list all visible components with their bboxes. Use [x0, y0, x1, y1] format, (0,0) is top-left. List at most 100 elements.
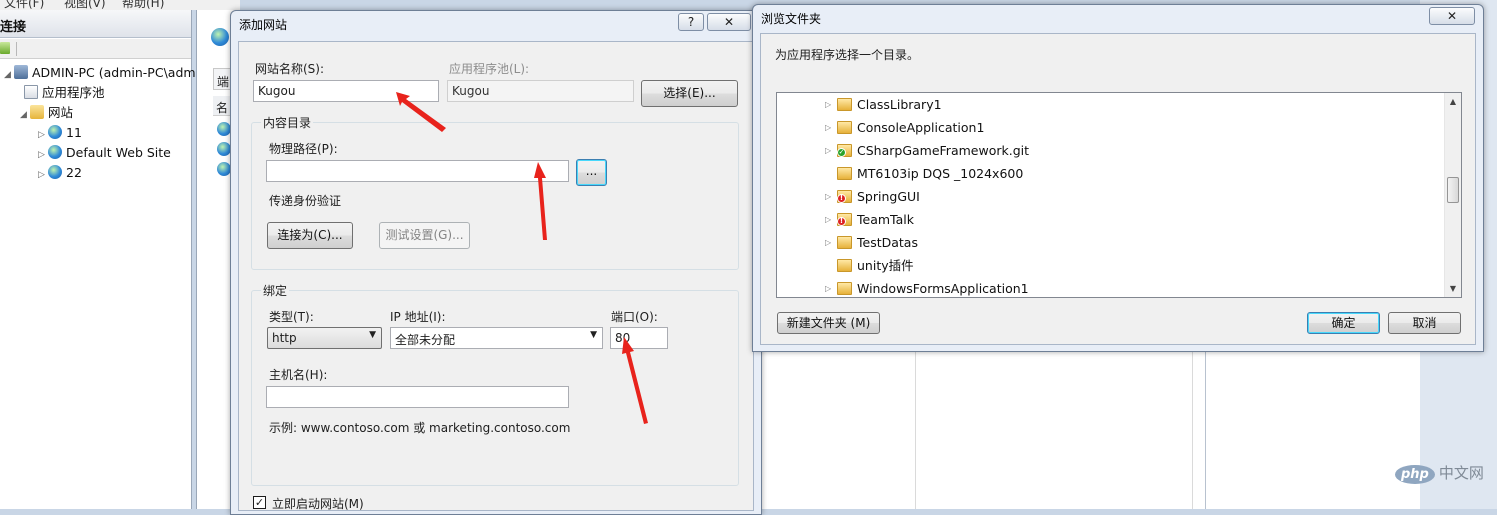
tree-node-label: 11 [66, 125, 82, 140]
column-divider [1192, 350, 1193, 509]
type-select[interactable]: http ▼ [267, 327, 382, 349]
content-directory-label: 内容目录 [261, 114, 314, 131]
globe-icon [48, 125, 62, 139]
select-app-pool-button[interactable]: 选择(E)... [641, 80, 738, 107]
close-button[interactable]: ✕ [707, 13, 751, 31]
new-folder-button[interactable]: 新建文件夹 (M) [777, 312, 880, 334]
chevron-down-icon: ▼ [590, 330, 597, 340]
scroll-thumb[interactable] [1447, 177, 1459, 203]
test-settings-button: 测试设置(G)... [379, 222, 470, 249]
expand-icon[interactable]: ▷ [825, 208, 831, 231]
menu-file[interactable]: 文件(F) [4, 0, 44, 10]
expand-icon[interactable]: ▷ [38, 126, 48, 144]
dialog-title: 添加网站 [239, 18, 288, 32]
ok-button[interactable]: 确定 [1307, 312, 1380, 334]
folder-name: CSharpGameFramework.git [857, 143, 1030, 158]
connect-as-button[interactable]: 连接为(C)... [267, 222, 353, 249]
app-pool-icon [24, 85, 38, 99]
expand-icon[interactable]: ▷ [825, 277, 831, 297]
folder-item[interactable]: ▷ TestDatas [777, 231, 1445, 254]
tree-node-site-22[interactable]: ▷ 22 [38, 164, 82, 182]
ip-address-select[interactable]: 全部未分配 ▼ [390, 327, 603, 349]
expand-icon[interactable]: ▷ [38, 146, 48, 164]
folder-item[interactable]: ▷ WindowsFormsApplication1 [777, 277, 1445, 297]
physical-path-label: 物理路径(P): [269, 142, 338, 156]
folder-icon [837, 167, 852, 180]
expand-icon[interactable]: ▷ [825, 231, 831, 254]
folder-tree[interactable]: ▷ ClassLibrary1 ▷ ConsoleApplication1 ▷ ✓ CSha… [776, 92, 1462, 298]
hostname-example: 示例: www.contoso.com 或 marketing.contoso.… [269, 421, 571, 435]
collapse-icon[interactable]: ◢ [4, 66, 14, 84]
expand-icon[interactable]: ▷ [825, 93, 831, 116]
folder-item[interactable]: ▷! SpringGUI [777, 185, 1445, 208]
tree-node-app-pools[interactable]: 应用程序池 [24, 84, 105, 102]
folder-item[interactable]: unity插件 [777, 254, 1445, 277]
start-now-checkbox[interactable]: ✓ [253, 496, 266, 509]
folder-name: MT6103ip DQS _1024x600 [857, 166, 1024, 181]
collapse-icon[interactable]: ◢ [20, 106, 30, 124]
connections-pane: 连接 ◢ ADMIN-PC (admin-PC\adm 应用程序池 ◢ 网站 ▷ 11… [0, 10, 196, 509]
tree-node-server[interactable]: ◢ ADMIN-PC (admin-PC\adm [4, 64, 196, 82]
pass-through-auth-label: 传递身份验证 [269, 194, 342, 208]
hostname-label: 主机名(H): [269, 368, 328, 382]
globe-icon[interactable] [217, 162, 231, 176]
folder-name: WindowsFormsApplication1 [857, 281, 1029, 296]
expand-icon[interactable]: ▷ [825, 185, 831, 208]
folder-icon [837, 282, 852, 295]
expand-icon[interactable]: ▷ [825, 139, 831, 162]
dialog-title: 浏览文件夹 [761, 12, 822, 26]
close-button[interactable]: ✕ [1429, 7, 1475, 25]
hostname-input[interactable] [266, 386, 569, 408]
sites-globe-icon [211, 28, 229, 46]
app-pool-label: 应用程序池(L): [449, 62, 530, 76]
menu-view[interactable]: 视图(V) [64, 0, 106, 10]
globe-icon[interactable] [217, 142, 231, 156]
folder-item[interactable]: MT6103ip DQS _1024x600 [777, 162, 1445, 185]
instruction-text: 为应用程序选择一个目录。 [775, 48, 920, 62]
app-pool-input: Kugou [447, 80, 634, 102]
help-button[interactable]: ? [678, 13, 704, 31]
ip-address-label: IP 地址(I): [390, 310, 446, 324]
tree-node-default-web-site[interactable]: ▷ Default Web Site [38, 144, 171, 162]
menu-bar: 文件(F) 视图(V) 帮助(H) [0, 0, 240, 10]
expand-icon[interactable]: ▷ [825, 116, 831, 139]
dialog-body: 网站名称(S): Kugou 应用程序池(L): Kugou 选择(E)... … [238, 41, 754, 511]
connections-header: 连接 [0, 10, 191, 38]
scroll-down-icon[interactable]: ▼ [1445, 280, 1461, 297]
vertical-scrollbar[interactable]: ▲ ▼ [1444, 93, 1461, 297]
tree-node-sites[interactable]: ◢ 网站 [20, 104, 73, 122]
expand-icon[interactable]: ▷ [38, 166, 48, 184]
type-select-value: http [272, 331, 297, 345]
git-error-badge-icon: ! [837, 217, 846, 226]
browse-path-button[interactable]: ... [576, 159, 607, 186]
folder-name: SpringGUI [857, 189, 920, 204]
folder-name: ClassLibrary1 [857, 97, 942, 112]
site-name-label: 网站名称(S): [255, 62, 325, 76]
column-header-label: 名 [216, 101, 229, 115]
watermark-text: 中文网 [1438, 464, 1484, 482]
sites-folder-icon [30, 105, 44, 119]
folder-item[interactable]: ▷ ConsoleApplication1 [777, 116, 1445, 139]
scroll-up-icon[interactable]: ▲ [1445, 93, 1461, 110]
connect-icon[interactable] [0, 42, 10, 54]
folder-item[interactable]: ▷! TeamTalk [777, 208, 1445, 231]
cancel-button[interactable]: 取消 [1388, 312, 1461, 334]
type-label: 类型(T): [269, 310, 314, 324]
globe-icon[interactable] [217, 122, 231, 136]
globe-icon [48, 165, 62, 179]
ip-address-value: 全部未分配 [395, 333, 456, 347]
tree-node-label: ADMIN-PC (admin-PC\adm [32, 65, 196, 80]
menu-help[interactable]: 帮助(H) [122, 0, 164, 10]
chevron-down-icon: ▼ [369, 330, 376, 340]
git-ok-badge-icon: ✓ [837, 148, 846, 157]
folder-name: TestDatas [857, 235, 918, 250]
toolbar-divider [16, 42, 17, 56]
folder-item[interactable]: ▷ ✓ CSharpGameFramework.git [777, 139, 1445, 162]
folder-item[interactable]: ▷ ClassLibrary1 [777, 93, 1445, 116]
physical-path-input[interactable] [266, 160, 569, 182]
folder-name: unity插件 [857, 258, 914, 273]
folder-icon [837, 121, 852, 134]
port-label: 端口(O): [611, 310, 658, 324]
folder-icon [837, 98, 852, 111]
tree-node-site-11[interactable]: ▷ 11 [38, 124, 82, 142]
